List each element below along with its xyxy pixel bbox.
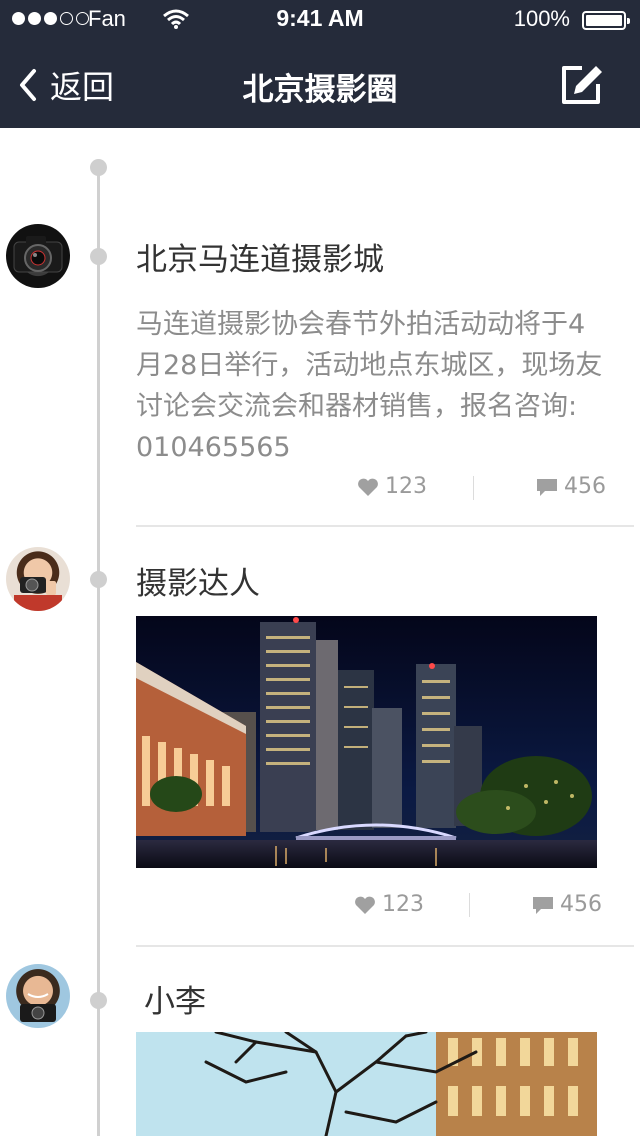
post-author[interactable]: 摄影达人 <box>136 558 260 603</box>
comment-button[interactable]: 456 <box>532 892 602 917</box>
post-author[interactable]: 北京马连道摄影城 <box>136 234 384 279</box>
like-button[interactable]: 123 <box>354 892 424 917</box>
timeline-dot <box>90 992 107 1009</box>
top-bar: Fan 9:41 AM 100% 返回 北京摄影圈 <box>0 0 640 128</box>
battery-icon <box>582 11 630 30</box>
comment-button[interactable]: 456 <box>536 474 606 499</box>
camera-icon <box>13 236 63 273</box>
navigation-bar: 返回 北京摄影圈 <box>0 40 640 128</box>
comment-count: 456 <box>564 474 606 499</box>
avatar-photographer[interactable] <box>6 547 70 611</box>
like-button[interactable]: 123 <box>357 474 427 499</box>
post-divider <box>136 525 634 527</box>
tree-building-image <box>136 1032 597 1136</box>
timeline-dot <box>90 571 107 588</box>
page-title: 北京摄影圈 <box>242 72 398 108</box>
heart-icon <box>358 478 378 496</box>
status-bar: Fan 9:41 AM 100% <box>0 0 640 40</box>
post-photo-city-night[interactable] <box>136 616 597 868</box>
photographer-avatar-icon <box>14 577 62 611</box>
avatar-xiaoli[interactable] <box>6 964 70 1028</box>
post-divider <box>136 945 634 947</box>
edit-icon[interactable] <box>560 64 604 106</box>
post-author[interactable]: 小李 <box>144 976 206 1021</box>
city-night-image <box>136 616 597 868</box>
comment-count: 456 <box>560 892 602 917</box>
comment-icon <box>537 478 557 496</box>
like-count: 123 <box>382 892 424 917</box>
avatar-camera[interactable] <box>6 224 70 288</box>
like-count: 123 <box>385 474 427 499</box>
timeline-dot <box>90 248 107 265</box>
post-text-line: 月28日举行，活动地点东城区，现场友 <box>136 350 603 381</box>
timeline-start-dot <box>90 159 107 176</box>
stat-divider <box>473 476 474 500</box>
post-photo-tree-building[interactable] <box>136 1032 597 1136</box>
stat-divider <box>469 893 470 917</box>
heart-icon <box>355 896 375 914</box>
post-text: 马连道摄影协会春节外拍活动动将于4 月28日举行，活动地点东城区，现场友 讨论会… <box>136 304 620 468</box>
post-text-line: 马连道摄影协会春节外拍活动动将于4 <box>136 309 586 340</box>
battery-percent: 100% <box>513 6 570 31</box>
xiaoli-avatar-icon <box>20 993 56 1022</box>
timeline-line <box>97 160 100 1136</box>
comment-icon <box>533 896 553 914</box>
post-text-line: 010465565 <box>136 432 291 463</box>
post-text-line: 讨论会交流会和器材销售，报名咨询: <box>136 391 578 422</box>
